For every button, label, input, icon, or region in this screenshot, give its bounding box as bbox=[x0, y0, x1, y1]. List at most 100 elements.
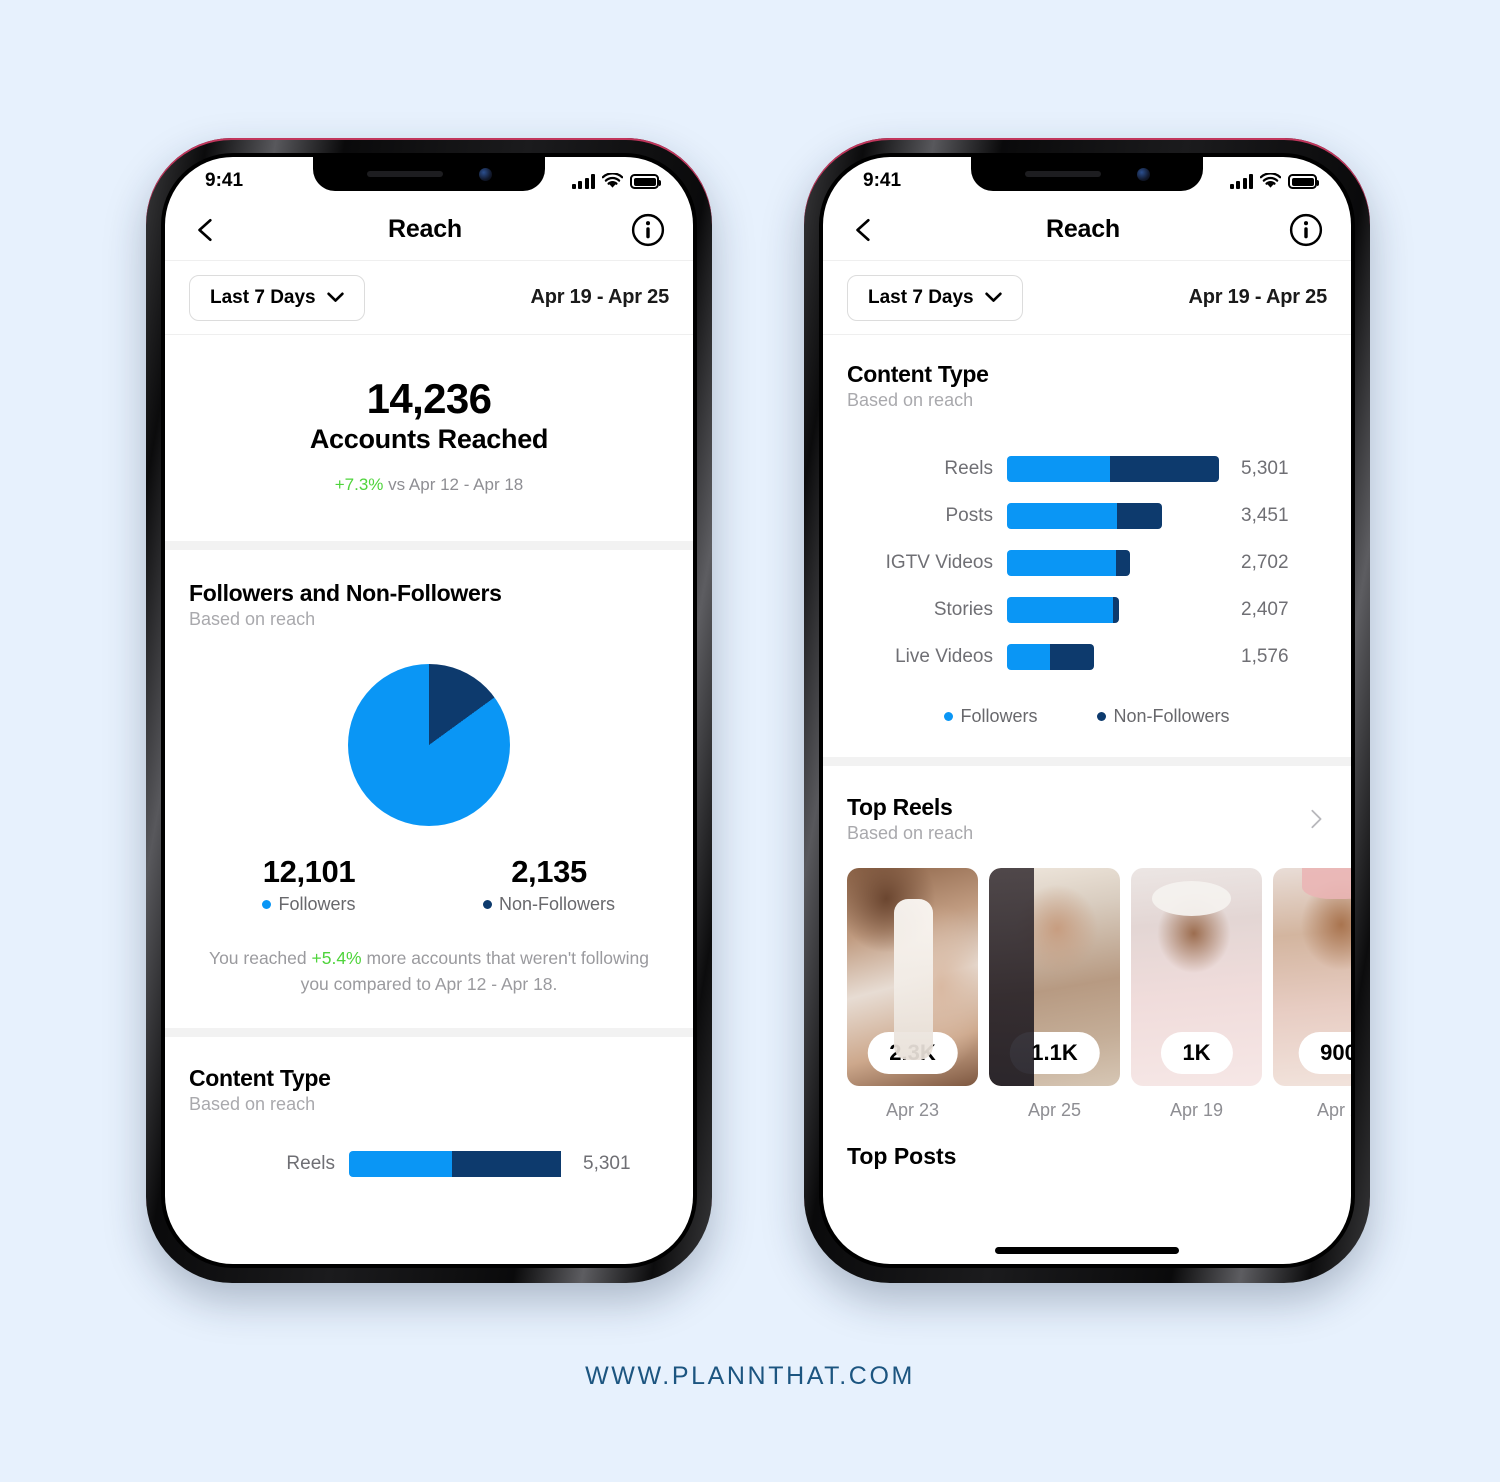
content-type-chart-left: Reels 5,301 bbox=[189, 1141, 669, 1188]
bar-label: IGTV Videos bbox=[885, 551, 993, 573]
section-divider bbox=[165, 1027, 693, 1037]
bar-row: Live Videos 1,576 bbox=[847, 633, 1327, 680]
followers-value: 12,101 bbox=[262, 854, 356, 890]
home-indicator[interactable] bbox=[995, 1247, 1179, 1254]
top-reels-carousel[interactable]: 2.3K Apr 23 1.1K Apr 25 1K Apr 19 900 Apr 2 bbox=[823, 844, 1351, 1121]
content-type-chart: Reels 5,301 Posts 3,451 IGTV Videos 2,702 Stor… bbox=[847, 445, 1327, 680]
chevron-right-icon[interactable] bbox=[1305, 808, 1327, 830]
bar-segment-non-followers bbox=[452, 1151, 561, 1178]
bar-value: 1,576 bbox=[1241, 645, 1289, 667]
bar-row: Reels 5,301 bbox=[189, 1141, 669, 1188]
status-indicators bbox=[1229, 173, 1319, 189]
legend-label: Followers bbox=[960, 706, 1038, 726]
chevron-left-icon[interactable] bbox=[851, 217, 877, 243]
status-time: 9:41 bbox=[205, 170, 244, 191]
content-type-legend: Followers Non-Followers bbox=[847, 702, 1327, 727]
top-reels-subtitle: Based on reach bbox=[847, 823, 974, 843]
non-followers-value: 2,135 bbox=[511, 854, 587, 890]
page-title: Reach bbox=[387, 215, 463, 243]
chevron-down-icon bbox=[984, 292, 1002, 302]
date-preset-dropdown[interactable]: Last 7 Days bbox=[847, 274, 1023, 321]
info-circle-icon[interactable] bbox=[631, 213, 665, 247]
bar-segment-non-followers bbox=[1117, 502, 1162, 529]
top-reel-item[interactable]: 900 Apr 2 bbox=[1273, 868, 1351, 1121]
reel-date: Apr 25 bbox=[1027, 1100, 1082, 1120]
bar-segment-followers bbox=[1007, 643, 1050, 670]
top-reels-header[interactable]: Top Reels Based on reach bbox=[823, 766, 1351, 844]
bar-stack bbox=[349, 1151, 565, 1178]
content-type-subtitle: Based on reach bbox=[847, 390, 974, 410]
section-divider bbox=[823, 757, 1351, 766]
bar-segment-followers bbox=[1007, 455, 1110, 482]
bar-value: 2,407 bbox=[1241, 598, 1289, 620]
note-prefix: You reached bbox=[209, 948, 312, 969]
non-followers-label: Non-Followers bbox=[498, 894, 616, 915]
legend-label: Non-Followers bbox=[1113, 706, 1230, 726]
bar-row: IGTV Videos 2,702 bbox=[847, 539, 1327, 586]
followers-section: Followers and Non-Followers Based on rea… bbox=[165, 550, 693, 998]
note-delta: +5.4% bbox=[311, 948, 362, 969]
reel-reach-badge: 1K bbox=[1160, 1032, 1233, 1074]
reel-date: Apr 19 bbox=[1169, 1100, 1224, 1120]
wifi-icon bbox=[602, 173, 623, 188]
bar-value: 5,301 bbox=[1241, 457, 1289, 479]
bar-track bbox=[1007, 596, 1223, 623]
bar-segment-followers bbox=[1007, 502, 1117, 529]
bar-segment-followers bbox=[1007, 549, 1116, 576]
bar-track bbox=[1007, 549, 1223, 576]
delta-percent: +7.3% bbox=[334, 475, 384, 495]
right-scroll-content[interactable]: Content Type Based on reach Reels 5,301 Po… bbox=[823, 335, 1351, 1264]
followers-color-dot-icon bbox=[262, 900, 272, 910]
reel-thumbnail[interactable]: 2.3K bbox=[847, 868, 978, 1086]
top-reel-item[interactable]: 1.1K Apr 25 bbox=[989, 868, 1120, 1121]
accounts-reached-label: Accounts Reached bbox=[309, 424, 549, 455]
footer-url: WWW.PLANNTHAT.COM bbox=[585, 1362, 915, 1390]
reel-thumbnail[interactable]: 900 bbox=[1273, 868, 1351, 1086]
date-range-bar: Last 7 Days Apr 19 - Apr 25 bbox=[823, 261, 1351, 335]
bar-segment-non-followers bbox=[1113, 596, 1119, 623]
phone-right-bezel: 9:41 Reach Last 7 Days Apr 19 - Apr 25 C… bbox=[819, 153, 1355, 1268]
phone-left: 9:41 Reach Last 7 Days Apr 19 - Apr 25 1… bbox=[143, 135, 715, 1286]
reel-thumbnail[interactable]: 1.1K bbox=[989, 868, 1120, 1086]
date-preset-dropdown[interactable]: Last 7 Days bbox=[189, 274, 365, 321]
bar-row: Reels 5,301 bbox=[847, 445, 1327, 492]
content-type-section-left: Content Type Based on reach Reels 5,301 bbox=[165, 1037, 693, 1188]
phone-right: 9:41 Reach Last 7 Days Apr 19 - Apr 25 C… bbox=[801, 135, 1373, 1286]
bar-segment-non-followers bbox=[1110, 455, 1219, 482]
content-type-title: Content Type bbox=[847, 361, 989, 387]
bar-track bbox=[1007, 643, 1223, 670]
reel-reach-badge: 2.3K bbox=[867, 1032, 958, 1074]
non-followers-label-row: Non-Followers bbox=[429, 894, 669, 915]
bar-row: Posts 3,451 bbox=[847, 492, 1327, 539]
bar-stack bbox=[1007, 502, 1162, 529]
content-type-title: Content Type bbox=[189, 1064, 331, 1091]
status-indicators bbox=[571, 173, 661, 189]
reel-thumbnail[interactable]: 1K bbox=[1131, 868, 1262, 1086]
accounts-reached-summary: 14,236 Accounts Reached +7.3% vs Apr 12 … bbox=[165, 335, 693, 541]
top-reel-item[interactable]: 2.3K Apr 23 bbox=[847, 868, 978, 1121]
bar-value: 2,702 bbox=[1241, 551, 1289, 573]
info-circle-icon[interactable] bbox=[1289, 213, 1323, 247]
top-reels-title: Top Reels bbox=[847, 794, 953, 820]
date-range-label: Apr 19 - Apr 25 bbox=[530, 286, 669, 308]
bar-stack bbox=[1007, 643, 1094, 670]
top-reel-item[interactable]: 1K Apr 19 bbox=[1131, 868, 1262, 1121]
nav-bar: Reach bbox=[165, 199, 693, 261]
chevron-left-icon[interactable] bbox=[193, 217, 219, 243]
non-followers-stat: 2,135 Non-Followers bbox=[429, 854, 669, 915]
bar-label: Live Videos bbox=[895, 645, 993, 667]
bar-stack bbox=[1007, 455, 1219, 482]
bar-label: Stories bbox=[933, 598, 993, 620]
top-posts-title: Top Posts bbox=[847, 1143, 957, 1169]
bar-segment-non-followers bbox=[1116, 549, 1130, 576]
followers-label: Followers bbox=[278, 894, 356, 915]
battery-icon bbox=[1288, 174, 1319, 189]
section-divider bbox=[165, 541, 693, 551]
followers-stat: 12,101 Followers bbox=[189, 854, 429, 915]
left-scroll-content[interactable]: 14,236 Accounts Reached +7.3% vs Apr 12 … bbox=[165, 335, 693, 1264]
followers-label-row: Followers bbox=[189, 894, 429, 915]
followers-section-subtitle: Based on reach bbox=[189, 609, 316, 630]
content-type-section-right: Content Type Based on reach Reels 5,301 Po… bbox=[823, 335, 1351, 727]
phone-left-screen: 9:41 Reach Last 7 Days Apr 19 - Apr 25 1… bbox=[165, 157, 693, 1264]
bar-label: Reels bbox=[286, 1153, 335, 1175]
